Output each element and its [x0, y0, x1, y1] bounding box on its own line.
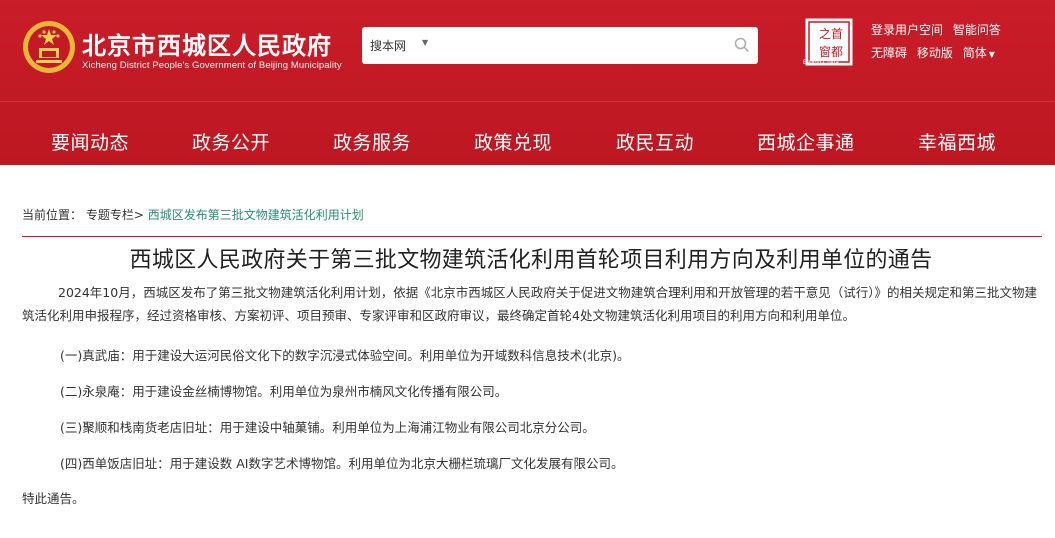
search-input[interactable] — [442, 33, 726, 59]
article-closing: 特此通告。 — [22, 491, 85, 506]
nav-item-policy[interactable]: 政策兑现 — [474, 128, 552, 155]
breadcrumb: 当前位置： 专题专栏> 西城区发布第三批文物建筑活化利用计划 — [22, 206, 364, 223]
nav-item-enterprise[interactable]: 西城企事通 — [757, 128, 855, 155]
nav-item-services[interactable]: 政务服务 — [333, 128, 411, 155]
svg-text:都: 都 — [831, 45, 843, 59]
site-title[interactable]: 北京市西城区人民政府 — [82, 26, 332, 61]
nav-item-interaction[interactable]: 政民互动 — [616, 128, 694, 155]
capital-logo-caption: Beijing·China — [803, 60, 839, 66]
article-title: 西城区人民政府关于第三批文物建筑活化利用首轮项目利用方向及利用单位的通告 — [129, 248, 933, 273]
search-scope-select[interactable]: 搜本网 — [370, 37, 406, 54]
language-select[interactable]: 简体 ▼ — [963, 46, 995, 60]
breadcrumb-item-topics[interactable]: 专题专栏> — [86, 208, 144, 222]
chevron-down-icon: ▼ — [988, 50, 995, 59]
svg-text:之: 之 — [819, 27, 831, 41]
article-item-3: (三)聚顺和栈南货老店旧址：用于建设中轴菓铺。利用单位为上海浦江物业有限公司北京… — [60, 420, 595, 435]
top-links-row2: 无障碍 移动版 简体 ▼ — [871, 44, 1001, 61]
search-icon[interactable] — [734, 37, 750, 53]
site-subtitle: Xicheng District People's Government of … — [82, 60, 342, 71]
login-link[interactable]: 登录用户空间 — [871, 23, 943, 37]
breadcrumb-item-current[interactable]: 西城区发布第三批文物建筑活化利用计划 — [148, 208, 364, 222]
article-intro: 2024年10月，西城区发布了第三批文物建筑活化利用计划，依据《北京市西城区人民… — [22, 285, 1037, 323]
breadcrumb-label: 当前位置： — [22, 208, 83, 222]
smart-qa-link[interactable]: 智能问答 — [953, 23, 1001, 37]
nav-item-news[interactable]: 要闻动态 — [51, 128, 129, 155]
article-item-2: (二)永泉庵：用于建设金丝楠博物馆。利用单位为泉州市楠风文化传播有限公司。 — [60, 384, 508, 399]
svg-text:窗: 窗 — [819, 45, 831, 59]
site-header: 北京市西城区人民政府 Xicheng District People's Gov… — [0, 0, 1055, 165]
top-links-row1: 登录用户空间 智能问答 — [871, 21, 1007, 38]
national-emblem-icon[interactable] — [22, 20, 76, 74]
svg-text:首: 首 — [831, 27, 843, 41]
search-box: 搜本网 ▼ — [362, 27, 758, 64]
header-divider — [0, 101, 1055, 102]
accessibility-link[interactable]: 无障碍 — [871, 46, 907, 60]
nav-item-happy-xicheng[interactable]: 幸福西城 — [918, 128, 996, 155]
article-item-4: (四)西单饭店旧址：用于建设数 AI数字艺术博物馆。利用单位为北京大栅栏琉璃厂文… — [60, 456, 624, 471]
article-item-1: (一)真武庙：用于建设大运河民俗文化下的数字沉浸式体验空间。利用单位为开域数科信… — [60, 348, 630, 363]
nav-item-open-gov[interactable]: 政务公开 — [192, 128, 270, 155]
article-body: 2024年10月，西城区发布了第三批文物建筑活化利用计划，依据《北京市西城区人民… — [22, 281, 1042, 327]
mobile-link[interactable]: 移动版 — [917, 46, 953, 60]
capital-beijing-logo-icon[interactable]: 之 首 窗 都 — [805, 18, 853, 66]
language-label: 简体 — [962, 46, 987, 60]
content-divider — [22, 236, 1042, 237]
chevron-down-icon[interactable]: ▼ — [422, 38, 428, 47]
